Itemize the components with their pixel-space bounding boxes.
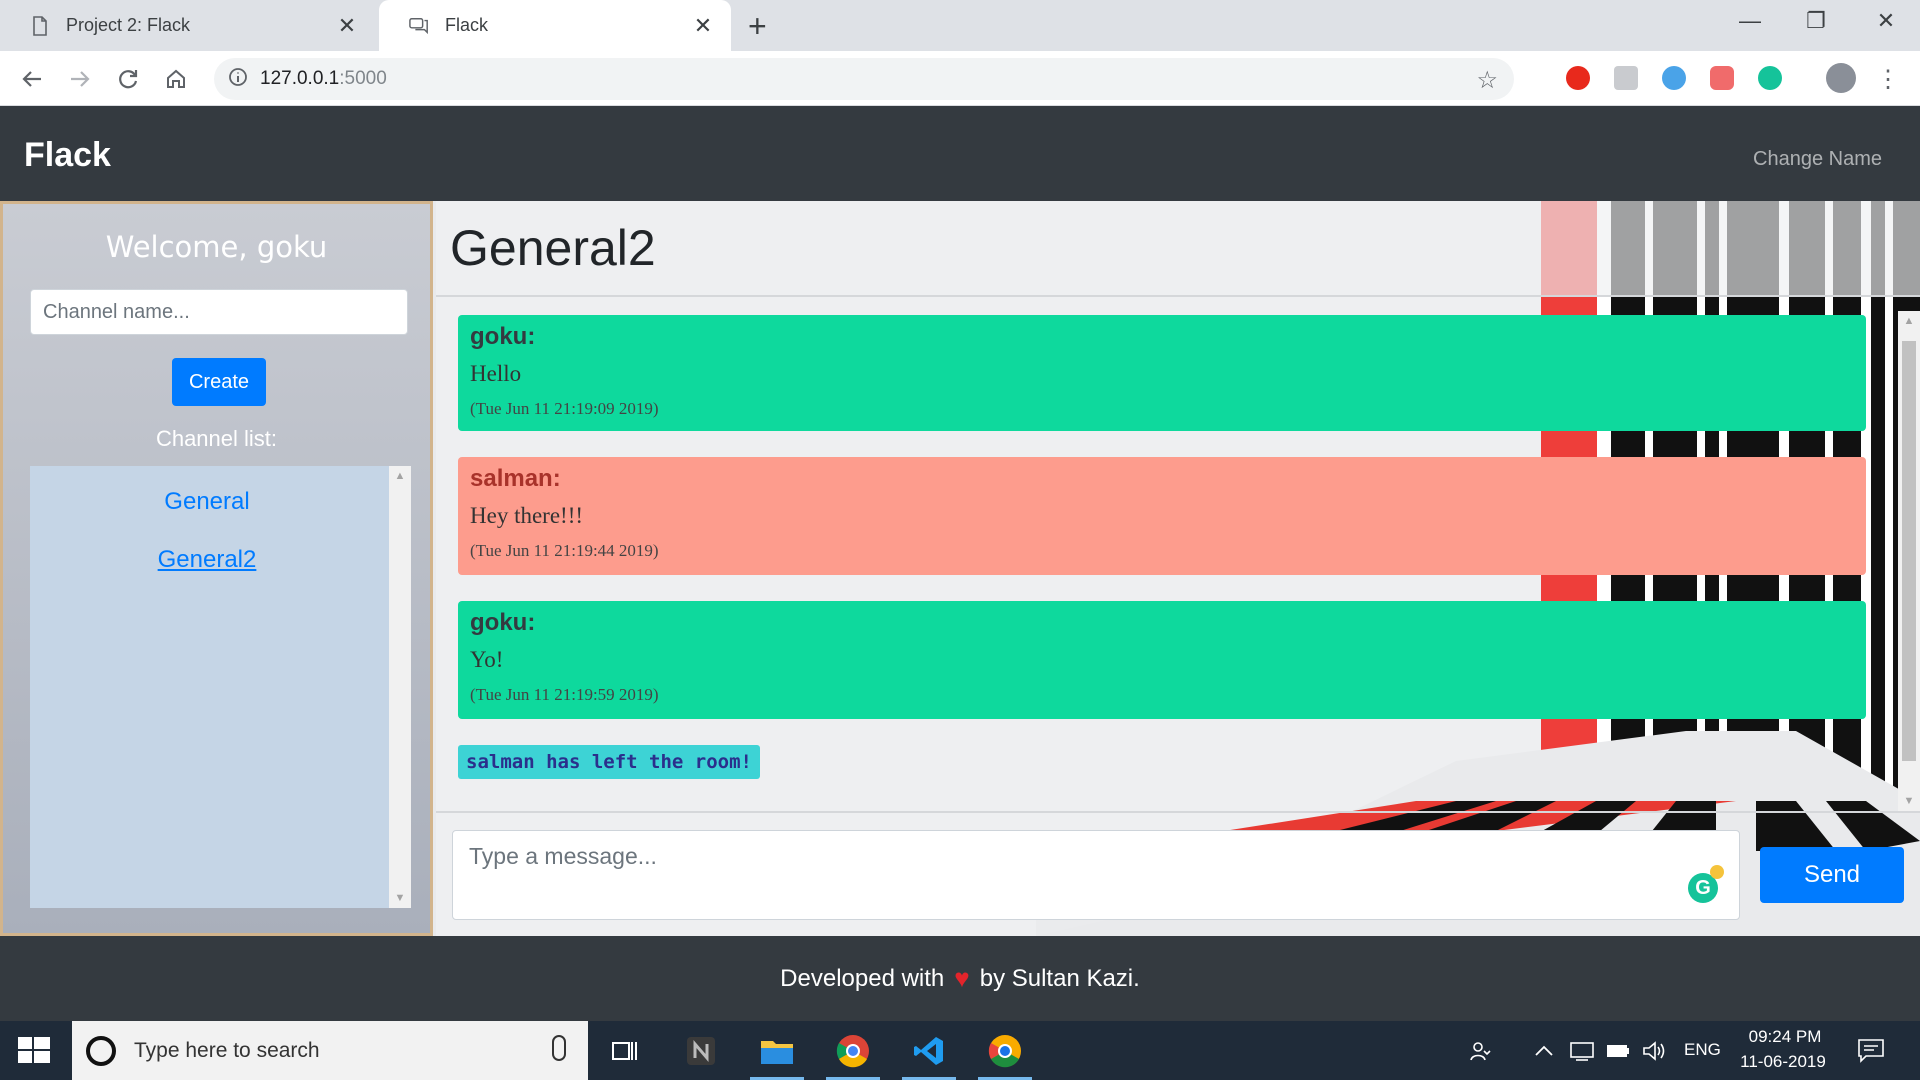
page-footer: Developed with ♥ by Sultan Kazi.	[0, 936, 1920, 1021]
message-text: Hey there!!!	[470, 503, 584, 528]
message-scrollbar[interactable]: ▲ ▼	[1898, 311, 1920, 811]
tab-title: Project 2: Flack	[66, 15, 191, 35]
clock-date[interactable]: 11-06-2019	[1736, 1052, 1830, 1072]
scroll-down-icon[interactable]: ▼	[1898, 795, 1920, 807]
scroll-down-icon[interactable]: ▼	[389, 892, 411, 904]
send-button[interactable]: Send	[1760, 847, 1904, 903]
heart-icon: ♥	[954, 963, 970, 993]
menu-dots-icon[interactable]: ⋮	[1872, 63, 1904, 95]
message-input[interactable]	[452, 830, 1740, 920]
message-timestamp: (Tue Jun 11 21:19:09 2019)	[470, 399, 659, 418]
taskbar-search-placeholder: Type here to search	[134, 1038, 320, 1062]
channel-list-scrollbar[interactable]: ▲ ▼	[389, 466, 411, 908]
info-icon[interactable]	[228, 67, 248, 92]
restore-icon[interactable]: ❐	[1796, 8, 1836, 34]
battery-icon[interactable]	[1598, 1021, 1638, 1080]
url-host: 127.0.0.1	[260, 68, 340, 89]
microphone-icon[interactable]	[552, 1035, 566, 1061]
volume-icon[interactable]	[1634, 1021, 1674, 1080]
message-timestamp: (Tue Jun 11 21:19:59 2019)	[470, 685, 659, 704]
network-icon[interactable]	[1562, 1021, 1602, 1080]
message-author: goku:	[470, 609, 536, 636]
message-composer: G Send	[436, 811, 1920, 936]
address-bar[interactable]: 127.0.0.1:5000 ☆	[214, 58, 1514, 100]
profile-avatar[interactable]	[1826, 63, 1856, 93]
chat-header: General2	[436, 201, 1920, 297]
chrome-app-icon[interactable]	[822, 1021, 884, 1080]
tab-flack[interactable]: Flack ✕	[379, 0, 731, 51]
chevron-up-icon[interactable]	[1524, 1021, 1564, 1080]
adblock-extension-icon[interactable]	[1566, 66, 1590, 90]
channel-list-label: Channel list:	[155, 426, 278, 451]
tab-project-2[interactable]: Project 2: Flack ✕	[0, 0, 375, 51]
tab-close-icon[interactable]: ✕	[335, 13, 359, 39]
taskbar-search[interactable]: Type here to search	[72, 1021, 588, 1080]
message-list[interactable]: goku: Hello (Tue Jun 11 21:19:09 2019) s…	[436, 297, 1920, 810]
create-channel-button[interactable]: Create	[172, 358, 266, 406]
blue-extension-icon[interactable]	[1662, 66, 1686, 90]
message-text: Hello	[470, 361, 522, 386]
shield-extension-icon[interactable]	[1710, 66, 1734, 90]
app-navbar: Flack Change Name	[0, 106, 1920, 201]
message-author: salman:	[470, 465, 561, 492]
channel-name-input[interactable]	[30, 289, 408, 335]
back-icon[interactable]	[16, 63, 48, 95]
message-author: goku:	[470, 323, 536, 350]
windows-start-icon[interactable]	[18, 1037, 50, 1065]
system-notice: salman has left the room!	[458, 745, 760, 779]
clock-time[interactable]: 09:24 PM	[1742, 1027, 1828, 1047]
reload-icon[interactable]	[112, 63, 144, 95]
task-view-icon[interactable]	[594, 1021, 656, 1080]
grammarly-icon[interactable]: G	[1688, 865, 1724, 903]
sidebar: Welcome, goku Create Channel list: Gener…	[0, 201, 433, 936]
cortana-icon[interactable]	[86, 1035, 116, 1066]
chat-panel: General2 goku: Hello (Tue Jun 11 21:19:0…	[436, 201, 1920, 936]
people-icon[interactable]	[1460, 1021, 1500, 1080]
close-window-icon[interactable]: ✕	[1866, 8, 1906, 34]
windows-taskbar: Type here to search ENG 09:24 PM 11-06-2…	[0, 1021, 1920, 1080]
grammarly-alert-dot	[1710, 865, 1724, 879]
chat-bubble-icon	[409, 15, 429, 37]
scroll-up-icon[interactable]: ▲	[1898, 315, 1920, 327]
footer-suffix: by Sultan Kazi.	[979, 964, 1140, 992]
grammarly-extension-icon[interactable]	[1758, 66, 1782, 90]
browser-tab-strip: Project 2: Flack ✕ Flack ✕ + — ❐ ✕	[0, 0, 1920, 51]
tab-title: Flack	[445, 15, 489, 35]
language-indicator[interactable]: ENG	[1684, 1040, 1721, 1060]
browser-toolbar: 127.0.0.1:5000 ☆ ⋮	[0, 51, 1920, 106]
new-tab-icon[interactable]: +	[748, 8, 767, 45]
scroll-up-icon[interactable]: ▲	[389, 470, 411, 482]
vscode-app-icon[interactable]	[898, 1021, 960, 1080]
brand-logo[interactable]: Flack	[24, 136, 111, 175]
footer-prefix: Developed with	[780, 964, 945, 992]
forward-icon[interactable]	[64, 63, 96, 95]
notifications-icon[interactable]	[1846, 1021, 1896, 1080]
channel-item-general[interactable]: General	[30, 480, 384, 524]
tab-close-icon[interactable]: ✕	[691, 13, 715, 39]
welcome-heading: Welcome, goku	[105, 230, 328, 264]
message-item: salman: Hey there!!! (Tue Jun 11 21:19:4…	[458, 457, 1866, 575]
channel-item-general2[interactable]: General2	[30, 538, 384, 582]
message-text: Yo!	[470, 647, 504, 672]
change-name-link[interactable]: Change Name	[1753, 148, 1882, 171]
bookmark-star-icon[interactable]: ☆	[1476, 66, 1498, 95]
chrome-canary-icon[interactable]	[974, 1021, 1036, 1080]
channel-title: General2	[450, 220, 656, 276]
scrollbar-thumb[interactable]	[1902, 341, 1916, 761]
message-item: goku: Yo! (Tue Jun 11 21:19:59 2019)	[458, 601, 1866, 719]
document-icon	[30, 15, 50, 37]
file-explorer-icon[interactable]	[746, 1021, 808, 1080]
channel-list[interactable]: General General2 ▲ ▼	[30, 466, 411, 908]
url-port: :5000	[339, 68, 387, 89]
cube-extension-icon[interactable]	[1614, 66, 1638, 90]
notion-app-icon[interactable]	[670, 1021, 732, 1080]
message-timestamp: (Tue Jun 11 21:19:44 2019)	[470, 541, 659, 560]
home-icon[interactable]	[160, 63, 192, 95]
minimize-icon[interactable]: —	[1730, 8, 1770, 34]
message-item: goku: Hello (Tue Jun 11 21:19:09 2019)	[458, 315, 1866, 431]
